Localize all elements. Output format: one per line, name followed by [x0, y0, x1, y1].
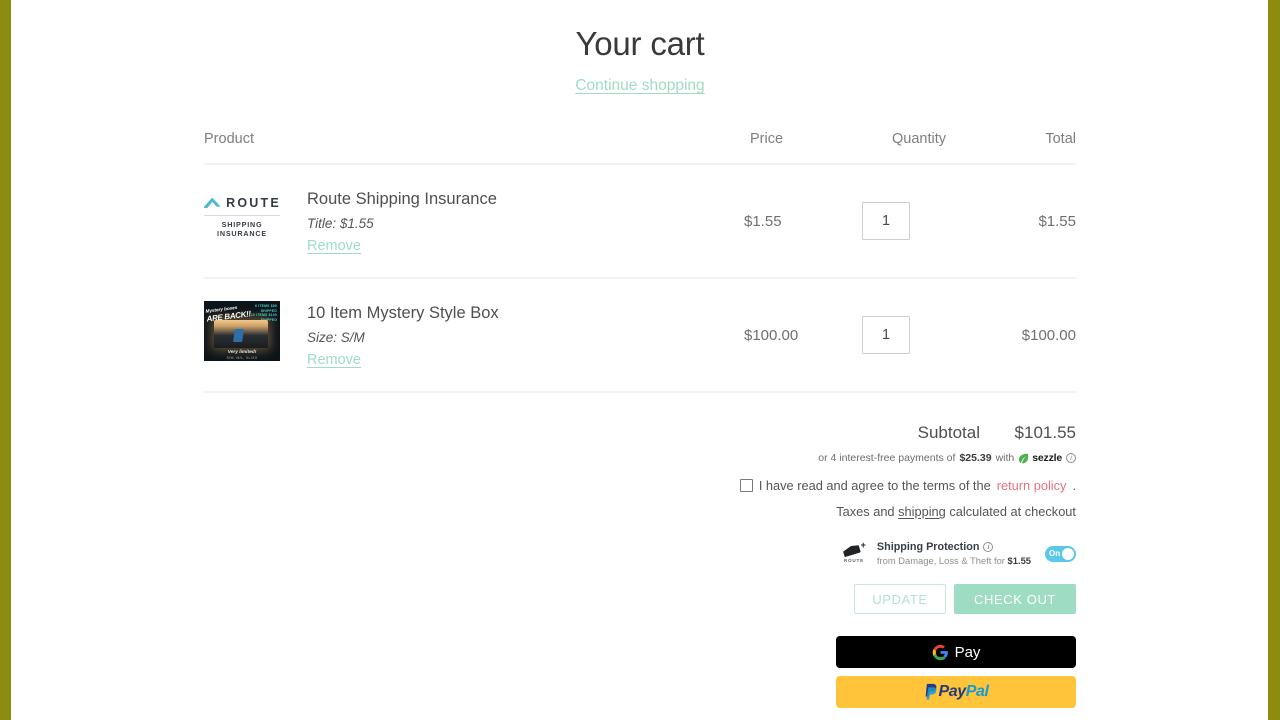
table-row: ROUTE SHIPPING INSURANCE Route Shipping … — [204, 164, 1076, 278]
product-price: $1.55 — [744, 212, 782, 230]
route-brand-wordmark: ROUTE — [843, 558, 864, 563]
paypal-label-pay: Pay — [938, 683, 966, 700]
product-title[interactable]: 10 Item Mystery Style Box — [307, 303, 499, 323]
taxes-note: Taxes and shipping calculated at checkou… — [204, 504, 1076, 519]
cart-container: Your cart Continue shopping Product Pric… — [204, 0, 1076, 708]
header-price: Price — [750, 131, 784, 147]
cart-action-buttons: UPDATE CHECK OUT — [204, 584, 1076, 614]
google-pay-label: Pay — [954, 643, 981, 661]
product-variant: Title: $1.55 — [307, 216, 374, 231]
remove-item-link[interactable]: Remove — [307, 352, 361, 368]
sezzle-with: with — [995, 452, 1015, 464]
route-package-icon: + — [843, 540, 866, 557]
sezzle-prefix: or 4 interest-free payments of — [818, 452, 956, 464]
header-quantity: Quantity — [892, 131, 946, 147]
info-icon[interactable]: i — [983, 542, 994, 552]
product-line-total: $100.00 — [1021, 326, 1076, 344]
route-protection-subtitle-text: from Damage, Loss & Theft for — [876, 555, 1005, 566]
update-button[interactable]: UPDATE — [854, 584, 946, 614]
return-policy-link[interactable]: return policy — [997, 478, 1067, 493]
quantity-cell — [862, 164, 980, 278]
quantity-cell — [862, 278, 980, 392]
cart-summary: Subtotal $101.55 or 4 interest-free paym… — [204, 423, 1076, 708]
product-line-total: $1.55 — [1038, 212, 1076, 230]
route-logo: ROUTE SHIPPING INSURANCE — [204, 196, 280, 238]
product-thumbnail-route[interactable]: ROUTE SHIPPING INSURANCE — [204, 187, 280, 247]
product-variant: Size: S/M — [307, 330, 365, 345]
paypal-button[interactable]: Pay Pal — [836, 676, 1076, 708]
terms-checkbox[interactable] — [739, 479, 753, 492]
terms-period: . — [1072, 478, 1076, 493]
product-price: $100.00 — [744, 326, 799, 344]
product-info: Route Shipping Insurance Title: $1.55 Re… — [280, 187, 497, 255]
shipping-link[interactable]: shipping — [898, 504, 946, 519]
return-policy-agreement: I have read and agree to the terms of th… — [204, 478, 1076, 493]
remove-item-link[interactable]: Remove — [307, 238, 361, 254]
route-wordmark: ROUTE — [226, 196, 280, 210]
express-payment-buttons: Pay Pay Pal — [204, 636, 1076, 708]
header-product: Product — [204, 131, 254, 147]
route-protection-price: $1.55 — [1007, 555, 1031, 566]
sezzle-logo: sezzle — [1018, 452, 1062, 464]
continue-shopping-link[interactable]: Continue shopping — [575, 77, 704, 94]
route-shipping-protection-widget: + ROUTE Shipping Protection i from Damag… — [204, 541, 1076, 566]
cart-table: Product Price Quantity Total ROUTE SHIPP… — [204, 131, 1076, 393]
route-plus-icon: + — [860, 540, 866, 550]
right-edge-bar — [1268, 0, 1280, 720]
cart-table-body: ROUTE SHIPPING INSURANCE Route Shipping … — [204, 164, 1076, 392]
taxes-suffix: calculated at checkout — [949, 504, 1076, 519]
product-title[interactable]: Route Shipping Insurance — [307, 189, 497, 209]
subtotal-row: Subtotal $101.55 — [204, 423, 1076, 443]
left-edge-bar — [0, 0, 11, 720]
route-protection-text: Shipping Protection i from Damage, Loss … — [877, 541, 1031, 566]
info-icon[interactable]: i — [1066, 453, 1076, 463]
route-chevron-icon — [204, 197, 221, 208]
subtotal-label: Subtotal — [917, 423, 980, 442]
continue-shopping-wrapper: Continue shopping — [204, 77, 1076, 95]
header-row: Product Price Quantity Total — [204, 131, 1076, 164]
product-thumbnail-mystery-box[interactable]: 6 ITEMS $69 SHIPPED 10 ITEMS $100 SHIPPED M… — [204, 301, 280, 361]
mystery-box-sizes: S/M, M/L, XL/XX — [226, 356, 258, 360]
route-protection-toggle[interactable]: On — [1045, 545, 1076, 562]
subtotal-value: $101.55 — [1014, 423, 1076, 442]
sezzle-wordmark: sezzle — [1032, 452, 1062, 464]
google-pay-button[interactable]: Pay — [836, 636, 1076, 668]
route-protection-subtitle: from Damage, Loss & Theft for $1.55 — [877, 555, 1031, 566]
taxes-prefix: Taxes and — [836, 504, 895, 519]
mystery-box-art — [214, 320, 268, 348]
checkout-button[interactable]: CHECK OUT — [954, 584, 1076, 614]
terms-text: I have read and agree to the terms of th… — [758, 478, 991, 493]
product-cell: 6 ITEMS $69 SHIPPED 10 ITEMS $100 SHIPPED M… — [204, 278, 744, 392]
cart-table-header: Product Price Quantity Total — [204, 131, 1076, 164]
sezzle-offer: or 4 interest-free payments of $25.39 wi… — [204, 452, 1076, 464]
quantity-input[interactable] — [862, 202, 910, 240]
page-title: Your cart — [575, 25, 705, 62]
route-sub-label: SHIPPING INSURANCE — [204, 215, 280, 238]
route-toggle-label: On — [1049, 549, 1061, 558]
route-brand-logo: + ROUTE — [839, 540, 869, 563]
route-toggle-knob — [1062, 547, 1074, 560]
sezzle-leaf-icon — [1019, 453, 1029, 463]
paypal-p-icon — [926, 683, 937, 700]
table-row: 6 ITEMS $69 SHIPPED 10 ITEMS $100 SHIPPED M… — [204, 278, 1076, 392]
route-protection-title: Shipping Protection i — [877, 541, 1031, 553]
mystery-box-limited: Very limited! — [227, 350, 257, 355]
cart-page: Your cart Continue shopping Product Pric… — [12, 0, 1268, 720]
paypal-label-pal: Pal — [965, 683, 989, 700]
google-g-icon — [932, 644, 948, 660]
route-protection-title-text: Shipping Protection — [876, 541, 980, 553]
product-cell: ROUTE SHIPPING INSURANCE Route Shipping … — [204, 164, 744, 278]
quantity-input[interactable] — [862, 316, 910, 354]
sezzle-amount: $25.39 — [959, 452, 992, 464]
mystery-box-image: 6 ITEMS $69 SHIPPED 10 ITEMS $100 SHIPPED M… — [204, 301, 280, 361]
product-info: 10 Item Mystery Style Box Size: S/M Remo… — [280, 301, 499, 369]
header-total: Total — [1045, 131, 1076, 147]
